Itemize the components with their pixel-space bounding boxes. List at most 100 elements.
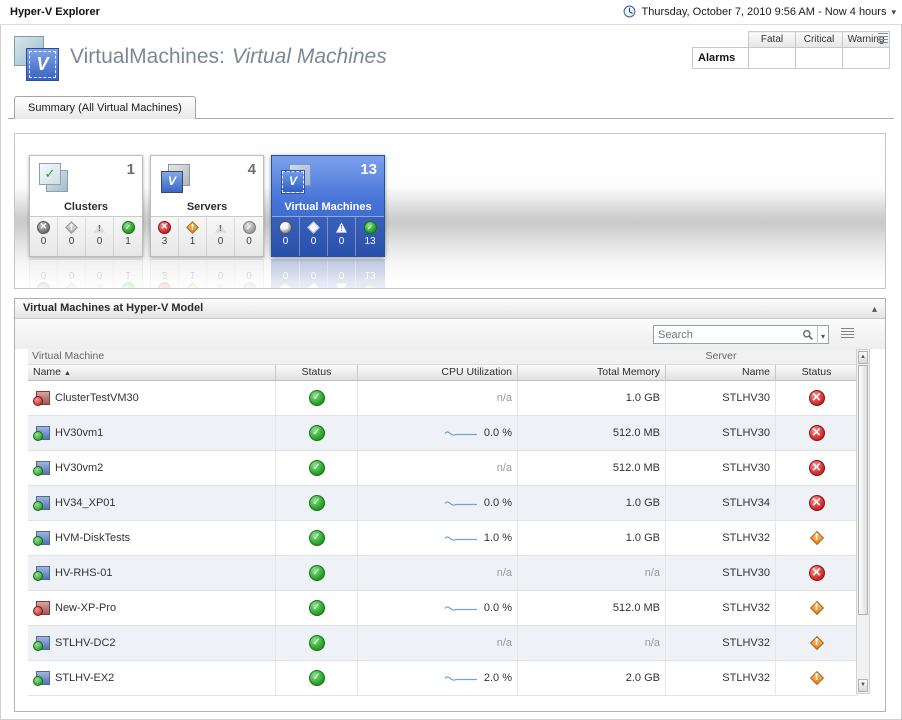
total-memory-cell: 512.0 MB — [518, 451, 666, 485]
tile-label: Clusters — [30, 201, 142, 213]
cpu-utilization-cell: 0.0 % — [358, 486, 518, 520]
panel-collapse-icon[interactable] — [872, 299, 877, 319]
tile-status-strip: 00013 — [272, 216, 384, 256]
time-range-selector[interactable]: Thursday, October 7, 2010 9:56 AM - Now … — [623, 5, 896, 18]
table-toolbar — [15, 319, 885, 349]
vm-status-cell — [276, 556, 358, 590]
table-customizer-icon[interactable] — [841, 328, 854, 339]
normal-status-icon — [309, 460, 325, 476]
normal-status-icon — [309, 530, 325, 546]
clusters-tile-icon — [37, 161, 71, 195]
normal-icon — [122, 221, 135, 234]
column-header-status[interactable]: Status — [276, 365, 358, 381]
search-input[interactable] — [654, 329, 802, 341]
vm-name: STLHV-EX2 — [55, 672, 114, 684]
memory-value: 512.0 MB — [613, 462, 660, 474]
tile-status-warning: 0 — [328, 217, 356, 256]
cpu-utilization-cell: n/a — [358, 626, 518, 660]
fatal-status-icon — [809, 460, 825, 476]
server-name: STLHV30 — [722, 392, 770, 404]
critical-status-icon — [809, 670, 825, 686]
vm-status-cell — [276, 661, 358, 695]
table-row[interactable]: ClusterTestVM30n/a1.0 GBSTLHV30 — [28, 381, 858, 416]
cpu-sparkline — [444, 497, 478, 510]
tile-status-count: 0 — [218, 236, 224, 247]
vm-name: HV34_XP01 — [55, 497, 116, 509]
server-name: STLHV30 — [722, 462, 770, 474]
alarms-critical-value[interactable] — [796, 48, 843, 69]
total-memory-cell: n/a — [518, 556, 666, 590]
tile-status-strip: 3100 — [151, 216, 263, 256]
cpu-sparkline — [444, 427, 478, 440]
vm-status-cell — [276, 591, 358, 625]
memory-value: 1.0 GB — [626, 532, 660, 544]
server-name: STLHV32 — [722, 532, 770, 544]
tile-status-fatal: 0 — [30, 217, 58, 256]
warning-icon — [214, 221, 227, 234]
top-bar: Hyper-V Explorer Thursday, October 7, 20… — [0, 0, 902, 25]
server-name-cell: STLHV30 — [666, 381, 776, 415]
cpu-value: 0.0 % — [484, 427, 512, 439]
alarms-options-icon[interactable] — [878, 33, 888, 44]
server-status-cell — [776, 556, 858, 590]
column-header-server-name[interactable]: Name — [666, 365, 776, 381]
group-header-virtual-machine: Virtual Machine — [28, 349, 666, 364]
tile-clusters[interactable]: 1Clusters0001 — [29, 155, 143, 257]
column-header-server-status[interactable]: Status — [776, 365, 858, 381]
vm-status-cell — [276, 626, 358, 660]
search-icon[interactable] — [802, 329, 814, 341]
cpu-value: n/a — [497, 392, 512, 404]
table-row[interactable]: HV34_XP010.0 %1.0 GBSTLHV34 — [28, 486, 858, 521]
vm-red-icon — [33, 600, 49, 616]
tile-virtual-machines[interactable]: 13 Virtual Machines 00013 — [271, 155, 385, 257]
alarms-fatal-value[interactable] — [749, 48, 796, 69]
table-row[interactable]: New-XP-Pro0.0 %512.0 MBSTLHV32 — [28, 591, 858, 626]
vm-name-cell: New-XP-Pro — [28, 591, 276, 625]
memory-value: 512.0 MB — [613, 427, 660, 439]
tab-summary-all-virtual-machines[interactable]: Summary (All Virtual Machines) — [14, 96, 196, 119]
tile-label: Servers — [151, 201, 263, 213]
table-row[interactable]: HV30vm2n/a512.0 MBSTLHV30 — [28, 451, 858, 486]
virtual-machines-icon — [14, 36, 62, 82]
tile-status-strip: 0001 — [30, 216, 142, 256]
column-header-cpu-utilization[interactable]: CPU Utilization — [358, 365, 518, 381]
server-name-cell: STLHV32 — [666, 626, 776, 660]
column-header-name[interactable]: Name — [28, 365, 276, 381]
server-status-cell — [776, 416, 858, 450]
alarms-warning-value[interactable] — [843, 48, 890, 69]
total-memory-cell: 1.0 GB — [518, 486, 666, 520]
search-box — [653, 325, 829, 344]
server-name: STLHV32 — [722, 602, 770, 614]
memory-value: 2.0 GB — [626, 672, 660, 684]
tile-servers[interactable]: 4Servers3100 — [150, 155, 264, 257]
fatal-status-icon — [809, 425, 825, 441]
column-header-total-memory[interactable]: Total Memory — [518, 365, 666, 381]
tile-label: Virtual Machines — [272, 201, 384, 213]
scroll-down-button[interactable] — [858, 679, 868, 692]
table-row[interactable]: HV-RHS-01n/an/aSTLHV30 — [28, 556, 858, 591]
table-column-headers: Name Status CPU Utilization Total Memory… — [28, 365, 858, 381]
vm-status-cell — [276, 381, 358, 415]
tile-status-critical: 0 — [58, 217, 86, 256]
normal-icon — [364, 221, 377, 234]
vm-green-icon — [33, 425, 49, 441]
fatal-status-icon — [809, 565, 825, 581]
search-options-chevron-icon[interactable] — [817, 326, 825, 344]
tile-status-normal: 13 — [356, 217, 384, 256]
server-name: STLHV32 — [722, 637, 770, 649]
tab-bar: Summary (All Virtual Machines) — [8, 96, 894, 119]
table-row[interactable]: HVM-DiskTests1.0 %1.0 GBSTLHV32 — [28, 521, 858, 556]
vm-green-icon — [33, 565, 49, 581]
vm-red-icon — [33, 390, 49, 406]
vertical-scrollbar[interactable] — [856, 349, 870, 694]
cpu-value: 1.0 % — [484, 532, 512, 544]
scroll-up-button[interactable] — [858, 351, 868, 364]
table-row[interactable]: HV30vm10.0 %512.0 MBSTLHV30 — [28, 416, 858, 451]
server-status-cell — [776, 591, 858, 625]
table-row[interactable]: STLHV-EX22.0 %2.0 GBSTLHV32 — [28, 661, 858, 696]
server-name-cell: STLHV32 — [666, 521, 776, 555]
tile-status-normal: 0 — [235, 217, 263, 256]
scrollbar-thumb[interactable] — [858, 365, 868, 615]
time-range-chevron-icon — [891, 6, 896, 18]
table-row[interactable]: STLHV-DC2n/an/aSTLHV32 — [28, 626, 858, 661]
